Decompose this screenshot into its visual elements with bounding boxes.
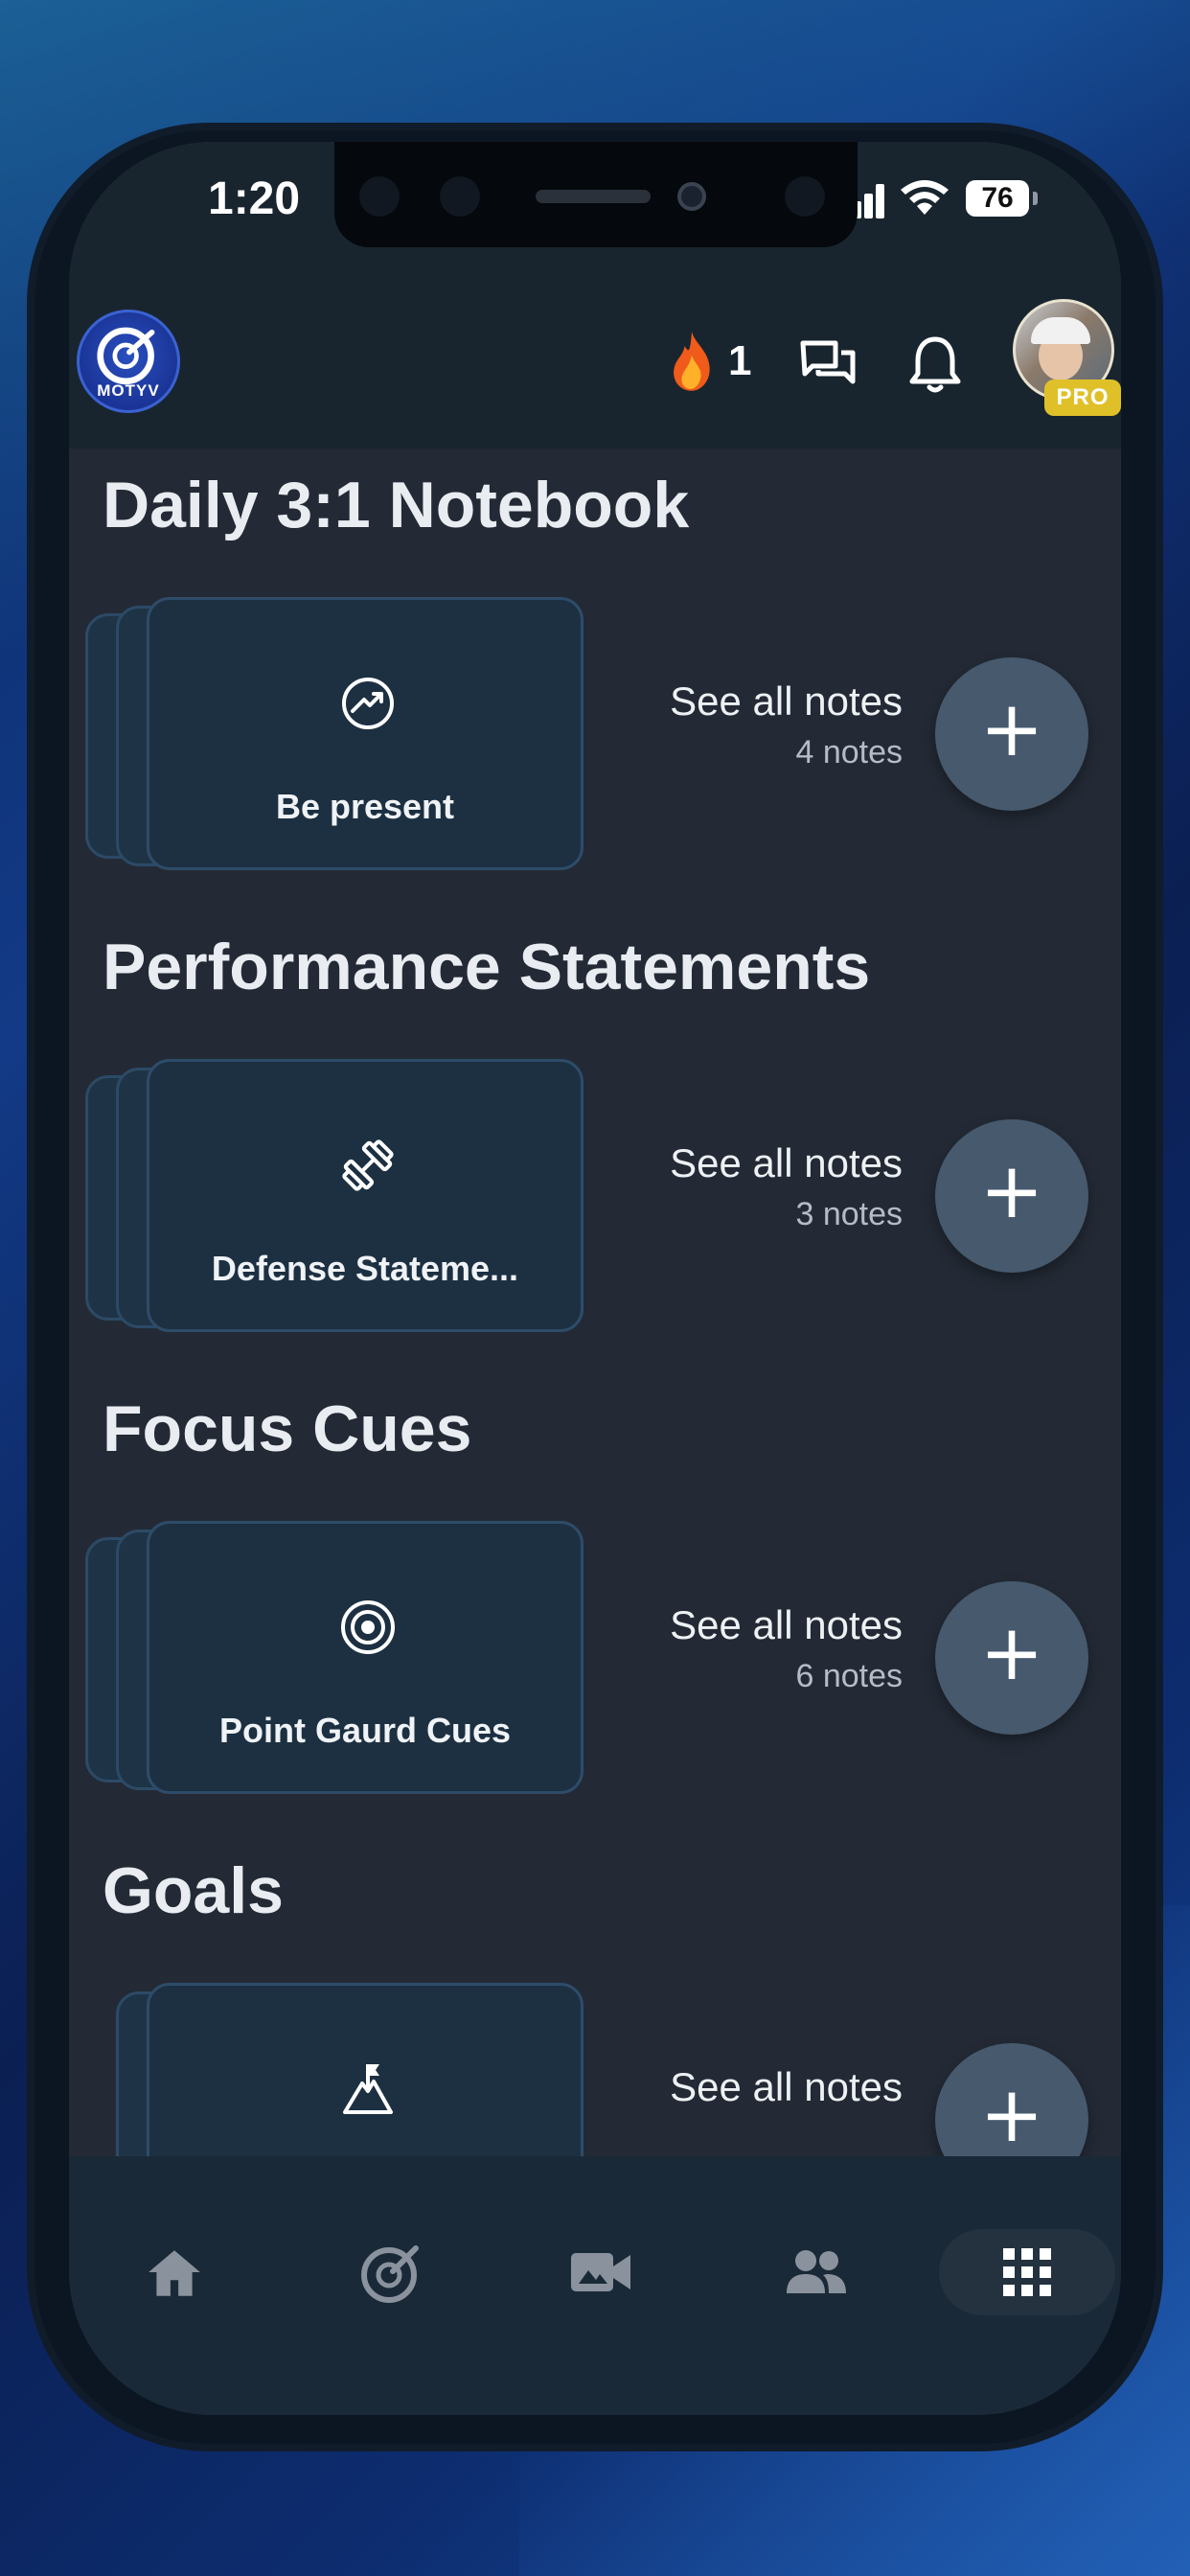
dumbbell-icon <box>342 1139 394 1191</box>
see-all-label: See all notes <box>670 2064 903 2109</box>
video-camera-icon <box>571 2253 630 2291</box>
trend-up-icon <box>342 678 394 729</box>
see-all-label: See all notes <box>670 1602 903 1647</box>
section-focus-cues: Focus Cues Point Gaurd Cues See all note… <box>69 1372 1121 1834</box>
section-performance-statements: Performance Statements Defense Stateme..… <box>69 910 1121 1372</box>
add-note-button[interactable]: + <box>935 657 1088 811</box>
section-daily-notebook: Daily 3:1 Notebook Be present See all no… <box>69 448 1121 910</box>
see-all-label: See all notes <box>670 1140 903 1185</box>
status-time: 1:20 <box>208 173 301 224</box>
card-label: Be present <box>275 787 455 826</box>
see-all-label: See all notes <box>670 678 903 724</box>
section-title: Performance Statements <box>103 931 871 1003</box>
pro-badge: PRO <box>1044 380 1121 416</box>
card-label: Defense Stateme... <box>211 1249 519 1288</box>
chat-icon[interactable] <box>797 334 858 395</box>
nav-home[interactable] <box>131 2229 217 2315</box>
target-icon <box>341 1600 395 1654</box>
see-all-notes-link[interactable]: See all notes 6 notes <box>548 1602 903 1695</box>
motyv-logo-icon <box>361 2245 419 2303</box>
wifi-icon <box>901 180 949 215</box>
camera-notch <box>334 142 858 247</box>
see-all-notes-link[interactable]: See all notes 4 notes <box>548 678 903 771</box>
phone-screen: 1:20 76 MOTYV 1 PRO Daily 3:1 Notebook B… <box>69 142 1121 2415</box>
streak-count: 1 <box>728 337 752 384</box>
battery-indicator: 76 <box>966 180 1029 217</box>
note-card[interactable] <box>147 1983 584 2156</box>
nav-community[interactable] <box>773 2229 859 2315</box>
note-card[interactable]: Point Gaurd Cues <box>147 1521 584 1794</box>
see-all-notes-link[interactable]: See all notes <box>548 2064 903 2120</box>
mountain-flag-icon <box>343 2064 393 2114</box>
section-title: Daily 3:1 Notebook <box>103 469 690 541</box>
flame-icon <box>674 332 710 391</box>
section-goals: Goals See all notes + <box>69 1834 1121 2156</box>
note-card[interactable]: Be present <box>147 597 584 870</box>
people-icon <box>787 2250 846 2293</box>
motyv-logo[interactable]: MOTYV <box>77 310 180 413</box>
notebook-content[interactable]: Daily 3:1 Notebook Be present See all no… <box>69 448 1121 2156</box>
note-card[interactable]: Defense Stateme... <box>147 1059 584 1332</box>
add-note-button[interactable]: + <box>935 1119 1088 1273</box>
add-note-button[interactable]: + <box>935 2043 1088 2156</box>
nav-more[interactable] <box>939 2229 1115 2315</box>
streak-counter[interactable]: 1 <box>665 330 761 397</box>
card-label: Point Gaurd Cues <box>218 1711 512 1750</box>
grid-icon <box>1003 2248 1051 2296</box>
add-note-button[interactable]: + <box>935 1581 1088 1735</box>
note-count: 6 notes <box>795 1658 903 1694</box>
note-count: 4 notes <box>795 734 903 770</box>
nav-motyv[interactable] <box>347 2229 433 2315</box>
section-title: Focus Cues <box>103 1392 472 1465</box>
battery-tip <box>1033 192 1038 205</box>
logo-text: MOTYV <box>97 381 160 400</box>
signal-icon <box>853 184 885 218</box>
see-all-notes-link[interactable]: See all notes 3 notes <box>548 1140 903 1233</box>
section-title: Goals <box>103 1854 284 1927</box>
bell-icon[interactable] <box>904 334 966 395</box>
home-icon <box>149 2250 200 2296</box>
nav-video[interactable] <box>558 2229 644 2315</box>
note-count: 3 notes <box>795 1196 903 1232</box>
